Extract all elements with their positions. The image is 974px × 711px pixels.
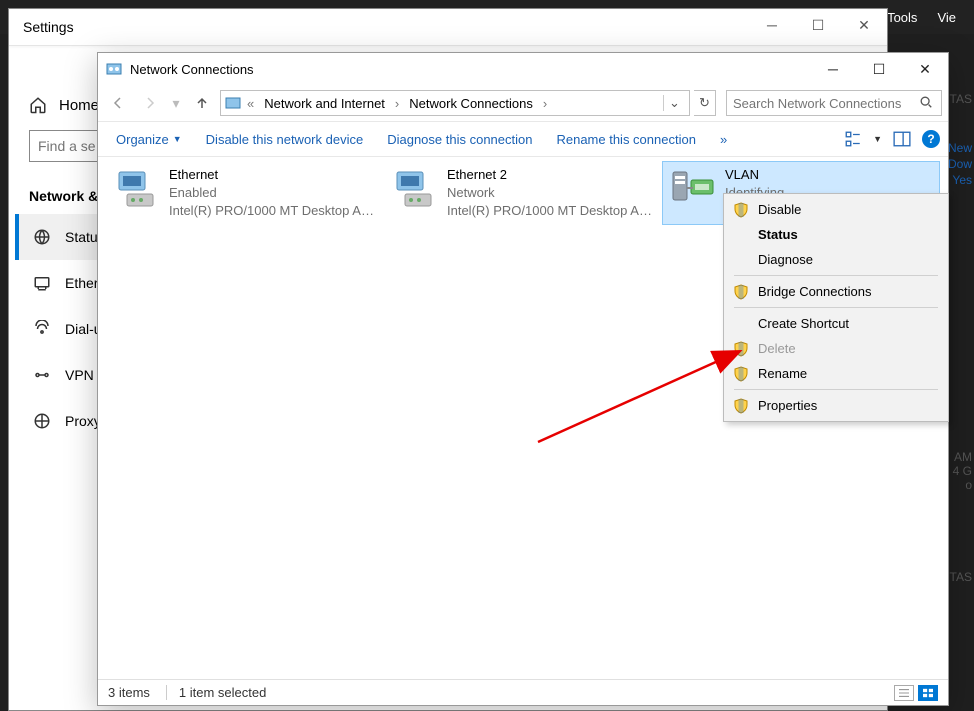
- close-button[interactable]: ✕: [841, 9, 887, 41]
- back-button[interactable]: [104, 89, 132, 117]
- rename-connection-button[interactable]: Rename this connection: [546, 126, 705, 153]
- titlebar[interactable]: Network Connections ─ ☐ ✕: [98, 53, 948, 85]
- breadcrumb-segment[interactable]: Network Connections: [405, 94, 537, 113]
- menu-separator: [734, 389, 938, 390]
- status-bar: 3 items 1 item selected: [98, 679, 948, 705]
- maximize-button[interactable]: ☐: [856, 53, 902, 85]
- breadcrumb-prefix: «: [247, 96, 254, 111]
- minimize-button[interactable]: ─: [810, 53, 856, 85]
- connection-name: Ethernet: [169, 166, 374, 184]
- menu-separator: [734, 275, 938, 276]
- home-label: Home: [59, 97, 99, 114]
- home-icon: [29, 96, 47, 114]
- connection-status: Network: [447, 184, 652, 202]
- close-button[interactable]: ✕: [902, 53, 948, 85]
- details-view-button[interactable]: [894, 685, 914, 701]
- connection-status: Enabled: [169, 184, 374, 202]
- search-box[interactable]: [726, 90, 942, 116]
- network-adapter-icon: [113, 166, 161, 214]
- chevron-right-icon: ›: [395, 96, 399, 111]
- address-bar[interactable]: « Network and Internet › Network Connect…: [220, 90, 690, 116]
- menu-disable[interactable]: Disable: [724, 197, 948, 222]
- up-button[interactable]: [188, 89, 216, 117]
- connection-name: Ethernet 2: [447, 166, 652, 184]
- bg-links: New Dow Yes: [948, 140, 972, 188]
- chevron-right-icon: ›: [543, 96, 547, 111]
- proxy-icon: [33, 412, 51, 430]
- chevron-down-icon[interactable]: ▼: [873, 134, 882, 144]
- vpn-icon: [33, 366, 51, 384]
- window-icon: [106, 61, 122, 77]
- history-dropdown[interactable]: ▾: [168, 89, 184, 117]
- diagnose-connection-button[interactable]: Diagnose this connection: [377, 126, 542, 153]
- address-dropdown[interactable]: ⌄: [663, 95, 685, 111]
- forward-button[interactable]: [136, 89, 164, 117]
- bg-text: AM 4 G o: [953, 450, 972, 492]
- sidebar-item-label: VPN: [65, 367, 94, 383]
- menu-delete: Delete: [724, 336, 948, 361]
- item-count: 3 items: [108, 685, 150, 700]
- window-title: Network Connections: [130, 62, 254, 77]
- menu-separator: [734, 307, 938, 308]
- minimize-button[interactable]: ─: [749, 9, 795, 41]
- ethernet-icon: [33, 274, 51, 292]
- organize-button[interactable]: Organize ▼: [106, 126, 192, 153]
- large-icons-view-button[interactable]: [918, 685, 938, 701]
- bg-text: TAS: [950, 570, 972, 584]
- status-icon: [33, 228, 51, 246]
- maximize-button[interactable]: ☐: [795, 9, 841, 41]
- location-icon: [225, 95, 241, 111]
- network-connections-window: Network Connections ─ ☐ ✕ ▾ « Network an…: [97, 52, 949, 706]
- search-icon[interactable]: [919, 95, 935, 112]
- connection-adapter: Intel(R) PRO/1000 MT Desktop Ad...: [169, 202, 374, 220]
- disable-device-button[interactable]: Disable this network device: [196, 126, 374, 153]
- search-input[interactable]: [733, 96, 919, 111]
- refresh-button[interactable]: ↻: [694, 90, 716, 116]
- network-adapter-icon: [669, 166, 717, 214]
- sidebar-item-label: Proxy: [65, 413, 101, 429]
- preview-pane-button[interactable]: [892, 129, 912, 149]
- bg-text: TAS: [950, 92, 972, 106]
- shield-icon: [733, 366, 749, 382]
- help-button[interactable]: ?: [922, 130, 940, 148]
- file-list[interactable]: Ethernet Enabled Intel(R) PRO/1000 MT De…: [98, 157, 948, 679]
- menu-status[interactable]: Status: [724, 222, 948, 247]
- shield-icon: [733, 398, 749, 414]
- selection-count: 1 item selected: [166, 685, 266, 700]
- menu-bridge[interactable]: Bridge Connections: [724, 279, 948, 304]
- menu-diagnose[interactable]: Diagnose: [724, 247, 948, 272]
- view-options-button[interactable]: [843, 129, 863, 149]
- context-menu: Disable Status Diagnose Bridge Connectio…: [723, 193, 949, 422]
- shield-icon: [733, 341, 749, 357]
- breadcrumb-segment[interactable]: Network and Internet: [260, 94, 389, 113]
- connection-adapter: Intel(R) PRO/1000 MT Desktop Ad...: [447, 202, 652, 220]
- dialup-icon: [33, 320, 51, 338]
- menu-rename[interactable]: Rename: [724, 361, 948, 386]
- connection-name: VLAN: [725, 166, 795, 184]
- overflow-button[interactable]: »: [710, 126, 737, 153]
- view-menu[interactable]: Vie: [927, 4, 966, 31]
- menu-create-shortcut[interactable]: Create Shortcut: [724, 311, 948, 336]
- connection-item-ethernet2[interactable]: Ethernet 2 Network Intel(R) PRO/1000 MT …: [384, 161, 662, 225]
- shield-icon: [733, 284, 749, 300]
- chevron-down-icon: ▼: [173, 134, 182, 144]
- menu-properties[interactable]: Properties: [724, 393, 948, 418]
- shield-icon: [733, 202, 749, 218]
- connection-item-ethernet[interactable]: Ethernet Enabled Intel(R) PRO/1000 MT De…: [106, 161, 384, 225]
- network-adapter-icon: [391, 166, 439, 214]
